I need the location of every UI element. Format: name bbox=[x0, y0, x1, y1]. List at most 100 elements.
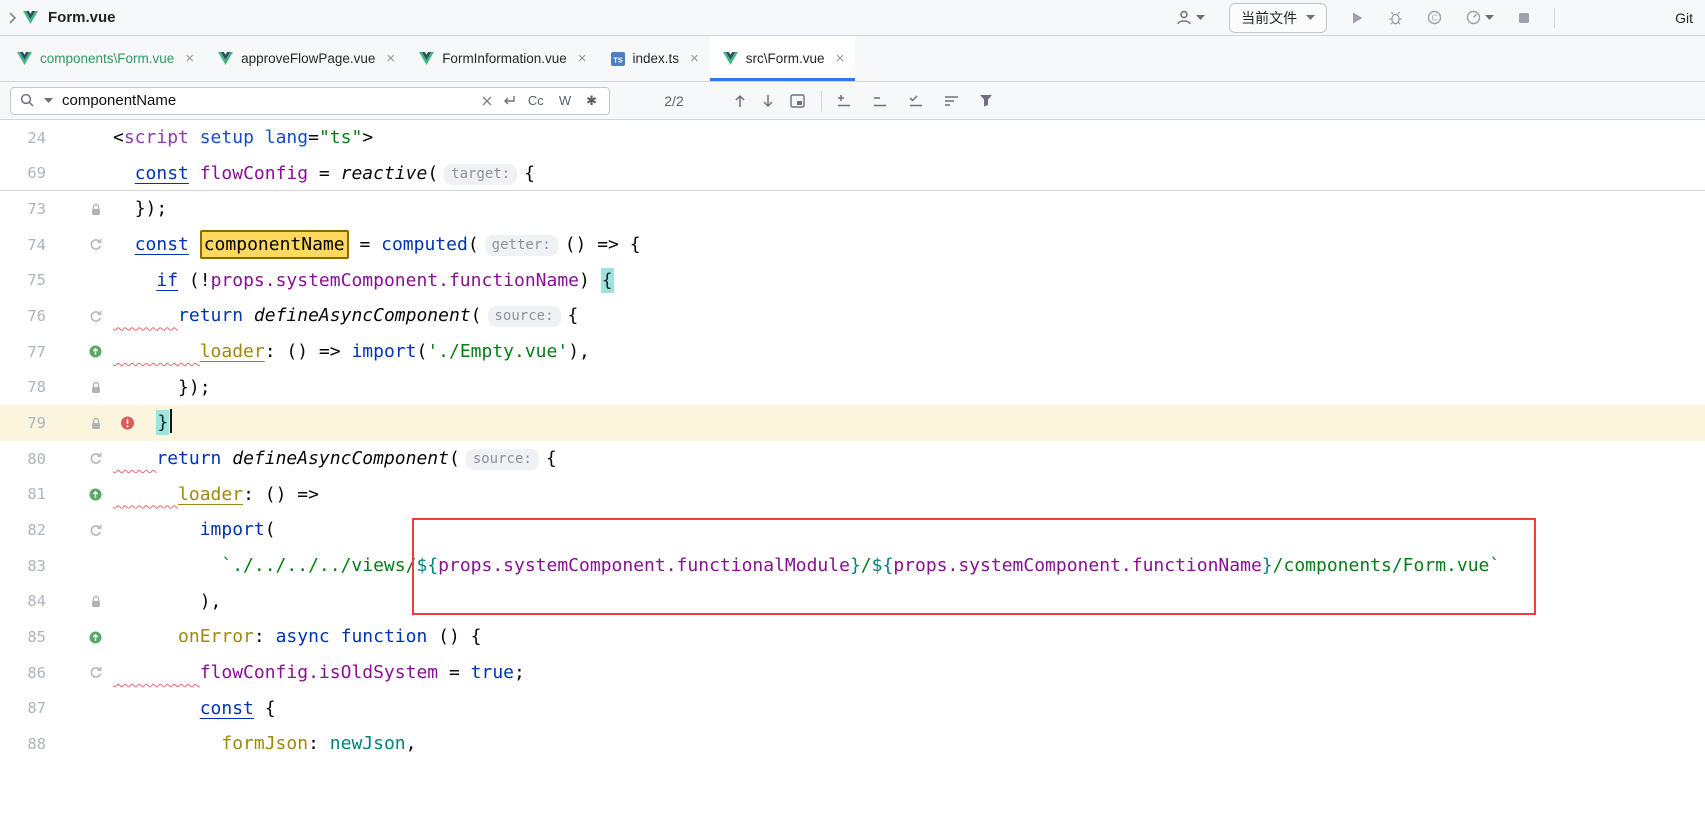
code-line-75[interactable]: 75 if (!props.systemComponent.functionNa… bbox=[0, 263, 1705, 299]
code-text[interactable]: `./../../../views/${props.systemComponen… bbox=[110, 548, 1705, 584]
gutter[interactable]: 78 bbox=[0, 370, 110, 406]
code-text[interactable]: formJson: newJson, bbox=[110, 726, 1705, 762]
code-line-87[interactable]: 87 const { bbox=[0, 691, 1705, 727]
code-line-81[interactable]: 81 loader: () => bbox=[0, 477, 1705, 513]
code-line-77[interactable]: 77 loader: () => import('./Empty.vue'), bbox=[0, 334, 1705, 370]
remove-occurrence-button[interactable] bbox=[872, 94, 888, 108]
code-text[interactable]: import( bbox=[110, 512, 1705, 548]
gutter[interactable]: 77 bbox=[0, 334, 110, 370]
usage-icon[interactable] bbox=[89, 345, 102, 358]
user-menu-button[interactable] bbox=[1176, 10, 1205, 25]
run-button[interactable] bbox=[1351, 11, 1364, 25]
coverage-button[interactable]: C bbox=[1427, 10, 1442, 25]
close-icon[interactable]: × bbox=[836, 50, 845, 67]
code-line-85[interactable]: 85 onError: async function () { bbox=[0, 619, 1705, 655]
search-history-caret-icon[interactable] bbox=[44, 98, 53, 103]
code-text[interactable]: }); bbox=[110, 370, 1705, 406]
editor[interactable]: 24<script setup lang="ts">69 const flowC… bbox=[0, 120, 1705, 820]
code-text[interactable]: return defineAsyncComponent(source:{ bbox=[110, 298, 1705, 334]
code-text[interactable]: loader: () => import('./Empty.vue'), bbox=[110, 334, 1705, 370]
code-text[interactable]: const flowConfig = reactive(target:{ bbox=[110, 156, 1705, 191]
newline-icon[interactable] bbox=[501, 95, 516, 107]
code-text[interactable]: <script setup lang="ts"> bbox=[110, 120, 1705, 156]
search-options-icon[interactable] bbox=[944, 95, 959, 107]
curve-icon[interactable] bbox=[89, 524, 102, 537]
curve-icon[interactable] bbox=[89, 666, 102, 679]
code-text[interactable]: const componentName = computed(getter:()… bbox=[110, 227, 1705, 263]
code-text[interactable]: return defineAsyncComponent(source:{ bbox=[110, 441, 1705, 477]
debug-button[interactable] bbox=[1388, 11, 1403, 25]
code-text[interactable]: ), bbox=[110, 584, 1705, 620]
regex-toggle[interactable]: ✱ bbox=[583, 93, 600, 109]
code-line-24[interactable]: 24<script setup lang="ts"> bbox=[0, 120, 1705, 156]
code-line-88[interactable]: 88 formJson: newJson, bbox=[0, 726, 1705, 762]
gutter[interactable]: 86 bbox=[0, 655, 110, 691]
tab[interactable]: FormInformation.vue× bbox=[406, 36, 597, 81]
clear-search-icon[interactable] bbox=[482, 96, 492, 106]
gutter[interactable]: 87 bbox=[0, 691, 110, 727]
tab[interactable]: approveFlowPage.vue× bbox=[205, 36, 406, 81]
gutter[interactable]: 83 bbox=[0, 548, 110, 584]
gutter[interactable]: 81 bbox=[0, 477, 110, 513]
gutter[interactable]: 82 bbox=[0, 512, 110, 548]
search-input[interactable] bbox=[62, 92, 473, 109]
breadcrumb-chevron-icon[interactable] bbox=[8, 12, 16, 24]
stop-button[interactable] bbox=[1518, 12, 1530, 24]
open-in-find-window-button[interactable] bbox=[790, 94, 805, 108]
code-text[interactable]: if (!props.systemComponent.functionName)… bbox=[110, 263, 1705, 299]
tab[interactable]: TSindex.ts× bbox=[598, 36, 710, 81]
usage-icon[interactable] bbox=[89, 631, 102, 644]
gutter[interactable]: 24 bbox=[0, 120, 110, 156]
gutter[interactable]: 73 bbox=[0, 191, 110, 227]
usage-icon[interactable] bbox=[89, 488, 102, 501]
previous-match-button[interactable] bbox=[734, 94, 746, 108]
code-line-79[interactable]: 79 } bbox=[0, 405, 1705, 441]
gutter[interactable]: 84 bbox=[0, 584, 110, 620]
code-line-73[interactable]: 73 }); bbox=[0, 191, 1705, 227]
match-case-toggle[interactable]: Cc bbox=[525, 93, 547, 108]
search-field[interactable]: Cc W ✱ bbox=[10, 87, 610, 115]
code-line-80[interactable]: 80 return defineAsyncComponent(source:{ bbox=[0, 441, 1705, 477]
curve-icon[interactable] bbox=[89, 238, 102, 251]
close-icon[interactable]: × bbox=[578, 50, 587, 67]
lock-icon[interactable] bbox=[90, 417, 102, 430]
code-text[interactable]: const { bbox=[110, 691, 1705, 727]
close-icon[interactable]: × bbox=[185, 50, 194, 67]
code-line-69[interactable]: 69 const flowConfig = reactive(target:{ bbox=[0, 156, 1705, 192]
tab[interactable]: components\Form.vue× bbox=[4, 36, 205, 81]
gutter[interactable]: 76 bbox=[0, 298, 110, 334]
lock-icon[interactable] bbox=[90, 203, 102, 216]
code-text[interactable]: onError: async function () { bbox=[110, 619, 1705, 655]
gutter[interactable]: 85 bbox=[0, 619, 110, 655]
gutter[interactable]: 80 bbox=[0, 441, 110, 477]
run-config-selector[interactable]: 当前文件 bbox=[1229, 3, 1327, 33]
code-line-82[interactable]: 82 import( bbox=[0, 512, 1705, 548]
code-line-78[interactable]: 78 }); bbox=[0, 370, 1705, 406]
code-text[interactable]: } bbox=[110, 405, 1705, 441]
select-all-occurrences-button[interactable] bbox=[908, 94, 924, 108]
close-icon[interactable]: × bbox=[690, 50, 699, 67]
next-match-button[interactable] bbox=[762, 94, 774, 108]
add-occurrence-button[interactable] bbox=[836, 94, 852, 108]
lock-icon[interactable] bbox=[90, 381, 102, 394]
gutter[interactable]: 69 bbox=[0, 156, 110, 191]
tab[interactable]: src\Form.vue× bbox=[710, 36, 856, 81]
gutter[interactable]: 88 bbox=[0, 726, 110, 762]
curve-icon[interactable] bbox=[89, 452, 102, 465]
code-line-84[interactable]: 84 ), bbox=[0, 584, 1705, 620]
code-line-74[interactable]: 74 const componentName = computed(getter… bbox=[0, 227, 1705, 263]
git-widget[interactable]: Git bbox=[1675, 10, 1693, 26]
code-text[interactable]: }); bbox=[110, 191, 1705, 227]
gutter[interactable]: 79 bbox=[0, 405, 110, 441]
gutter[interactable]: 74 bbox=[0, 227, 110, 263]
code-text[interactable]: flowConfig.isOldSystem = true; bbox=[110, 655, 1705, 691]
code-line-76[interactable]: 76 return defineAsyncComponent(source:{ bbox=[0, 298, 1705, 334]
profiler-button[interactable] bbox=[1466, 10, 1494, 25]
curve-icon[interactable] bbox=[89, 310, 102, 323]
code-text[interactable]: loader: () => bbox=[110, 477, 1705, 513]
gutter[interactable]: 75 bbox=[0, 263, 110, 299]
close-icon[interactable]: × bbox=[386, 50, 395, 67]
whole-words-toggle[interactable]: W bbox=[556, 93, 574, 108]
code-line-86[interactable]: 86 flowConfig.isOldSystem = true; bbox=[0, 655, 1705, 691]
code-line-83[interactable]: 83 `./../../../views/${props.systemCompo… bbox=[0, 548, 1705, 584]
